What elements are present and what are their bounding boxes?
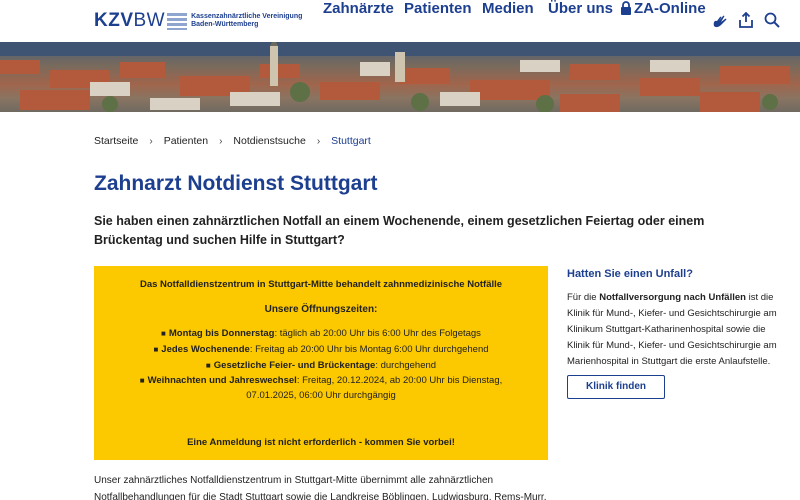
nav-patienten[interactable]: Patienten [404, 0, 472, 17]
body-paragraph: Unser zahnärztliches Notfalldienstzentru… [94, 472, 554, 500]
chevron-right-icon: › [316, 135, 321, 147]
nav-za-online[interactable]: ZA-Online [620, 0, 706, 17]
logo-wordmark: KZVBW [94, 10, 166, 31]
breadcrumb: Startseite › Patienten › Notdienstsuche … [94, 135, 371, 147]
share-icon[interactable] [738, 12, 754, 29]
bullet-icon: ■ [153, 345, 159, 354]
kzvbw-logo[interactable]: KZVBW Kassenzahnärztliche Vereinigung Bad… [94, 10, 311, 32]
find-clinic-button[interactable]: Klinik finden [567, 375, 665, 399]
search-icon[interactable] [764, 12, 780, 28]
nav-za-online-label: ZA-Online [634, 0, 706, 17]
hours-row-holidays: ■ Gesetzliche Feier- und Brückentage: dur… [205, 360, 437, 371]
nav-ueber-uns[interactable]: Über uns [548, 0, 613, 17]
cityscape-illustration [0, 42, 800, 112]
body-line: Unser zahnärztliches Notfalldienstzentru… [94, 475, 494, 486]
lead-paragraph: Sie haben einen zahnärztlichen Notfall a… [94, 214, 705, 247]
page-title: Zahnarzt Notdienst Stuttgart [94, 172, 378, 195]
site-header: KZVBW Kassenzahnärztliche Vereinigung Bad… [0, 0, 800, 42]
logo-stripes-icon [167, 12, 188, 30]
body-line: Notfallbehandlungen für die Stadt Stuttg… [94, 492, 547, 500]
bullet-icon: ■ [161, 329, 166, 338]
chevron-right-icon: › [219, 135, 223, 147]
hours-row-weekdays: ■ Montag bis Donnerstag: täglich ab 20:00… [161, 328, 481, 339]
nav-medien[interactable]: Medien [482, 0, 534, 17]
infobox-intro: Das Notfalldienstzentrum in Stuttgart-Mi… [139, 279, 503, 290]
breadcrumb-patienten[interactable]: Patienten [164, 135, 208, 147]
hours-row-christmas-cont: 07.01.2025, 06:00 Uhr durchgängig [246, 390, 396, 401]
accident-text: Für die Notfallversorgung nach Unfällen … [567, 292, 777, 367]
hours-row-weekend: ■ Jedes Wochenende: Freitag ab 20:00 Uhr … [153, 344, 489, 355]
breadcrumb-notdienstsuche[interactable]: Notdienstsuche [233, 135, 305, 147]
hours-title: Unsere Öffnungszeiten: [264, 304, 378, 315]
bullet-icon: ■ [139, 376, 145, 385]
accident-heading: Hatten Sie einen Unfall? [567, 268, 693, 280]
breadcrumb-stuttgart: Stuttgart [331, 135, 371, 147]
breadcrumb-startseite[interactable]: Startseite [94, 135, 138, 147]
hours-row-christmas: ■ Weihnachten und Jahreswechsel: Freitag,… [139, 375, 503, 386]
nav-zahnaerzte[interactable]: Zahnärzte [323, 0, 394, 17]
city-banner-image [0, 42, 800, 112]
opening-hours-box: Das Notfalldienstzentrum in Stuttgart-Mi… [94, 266, 548, 460]
chevron-right-icon: › [149, 135, 153, 147]
bullet-icon: ■ [205, 361, 211, 370]
sign-language-icon[interactable] [711, 12, 729, 30]
lock-icon [621, 1, 631, 15]
no-registration-note: Eine Anmeldung ist nicht erforderlich - … [187, 437, 455, 448]
logo-subtitle: Kassenzahnärztliche Vereinigung Baden-Wür… [191, 13, 303, 28]
